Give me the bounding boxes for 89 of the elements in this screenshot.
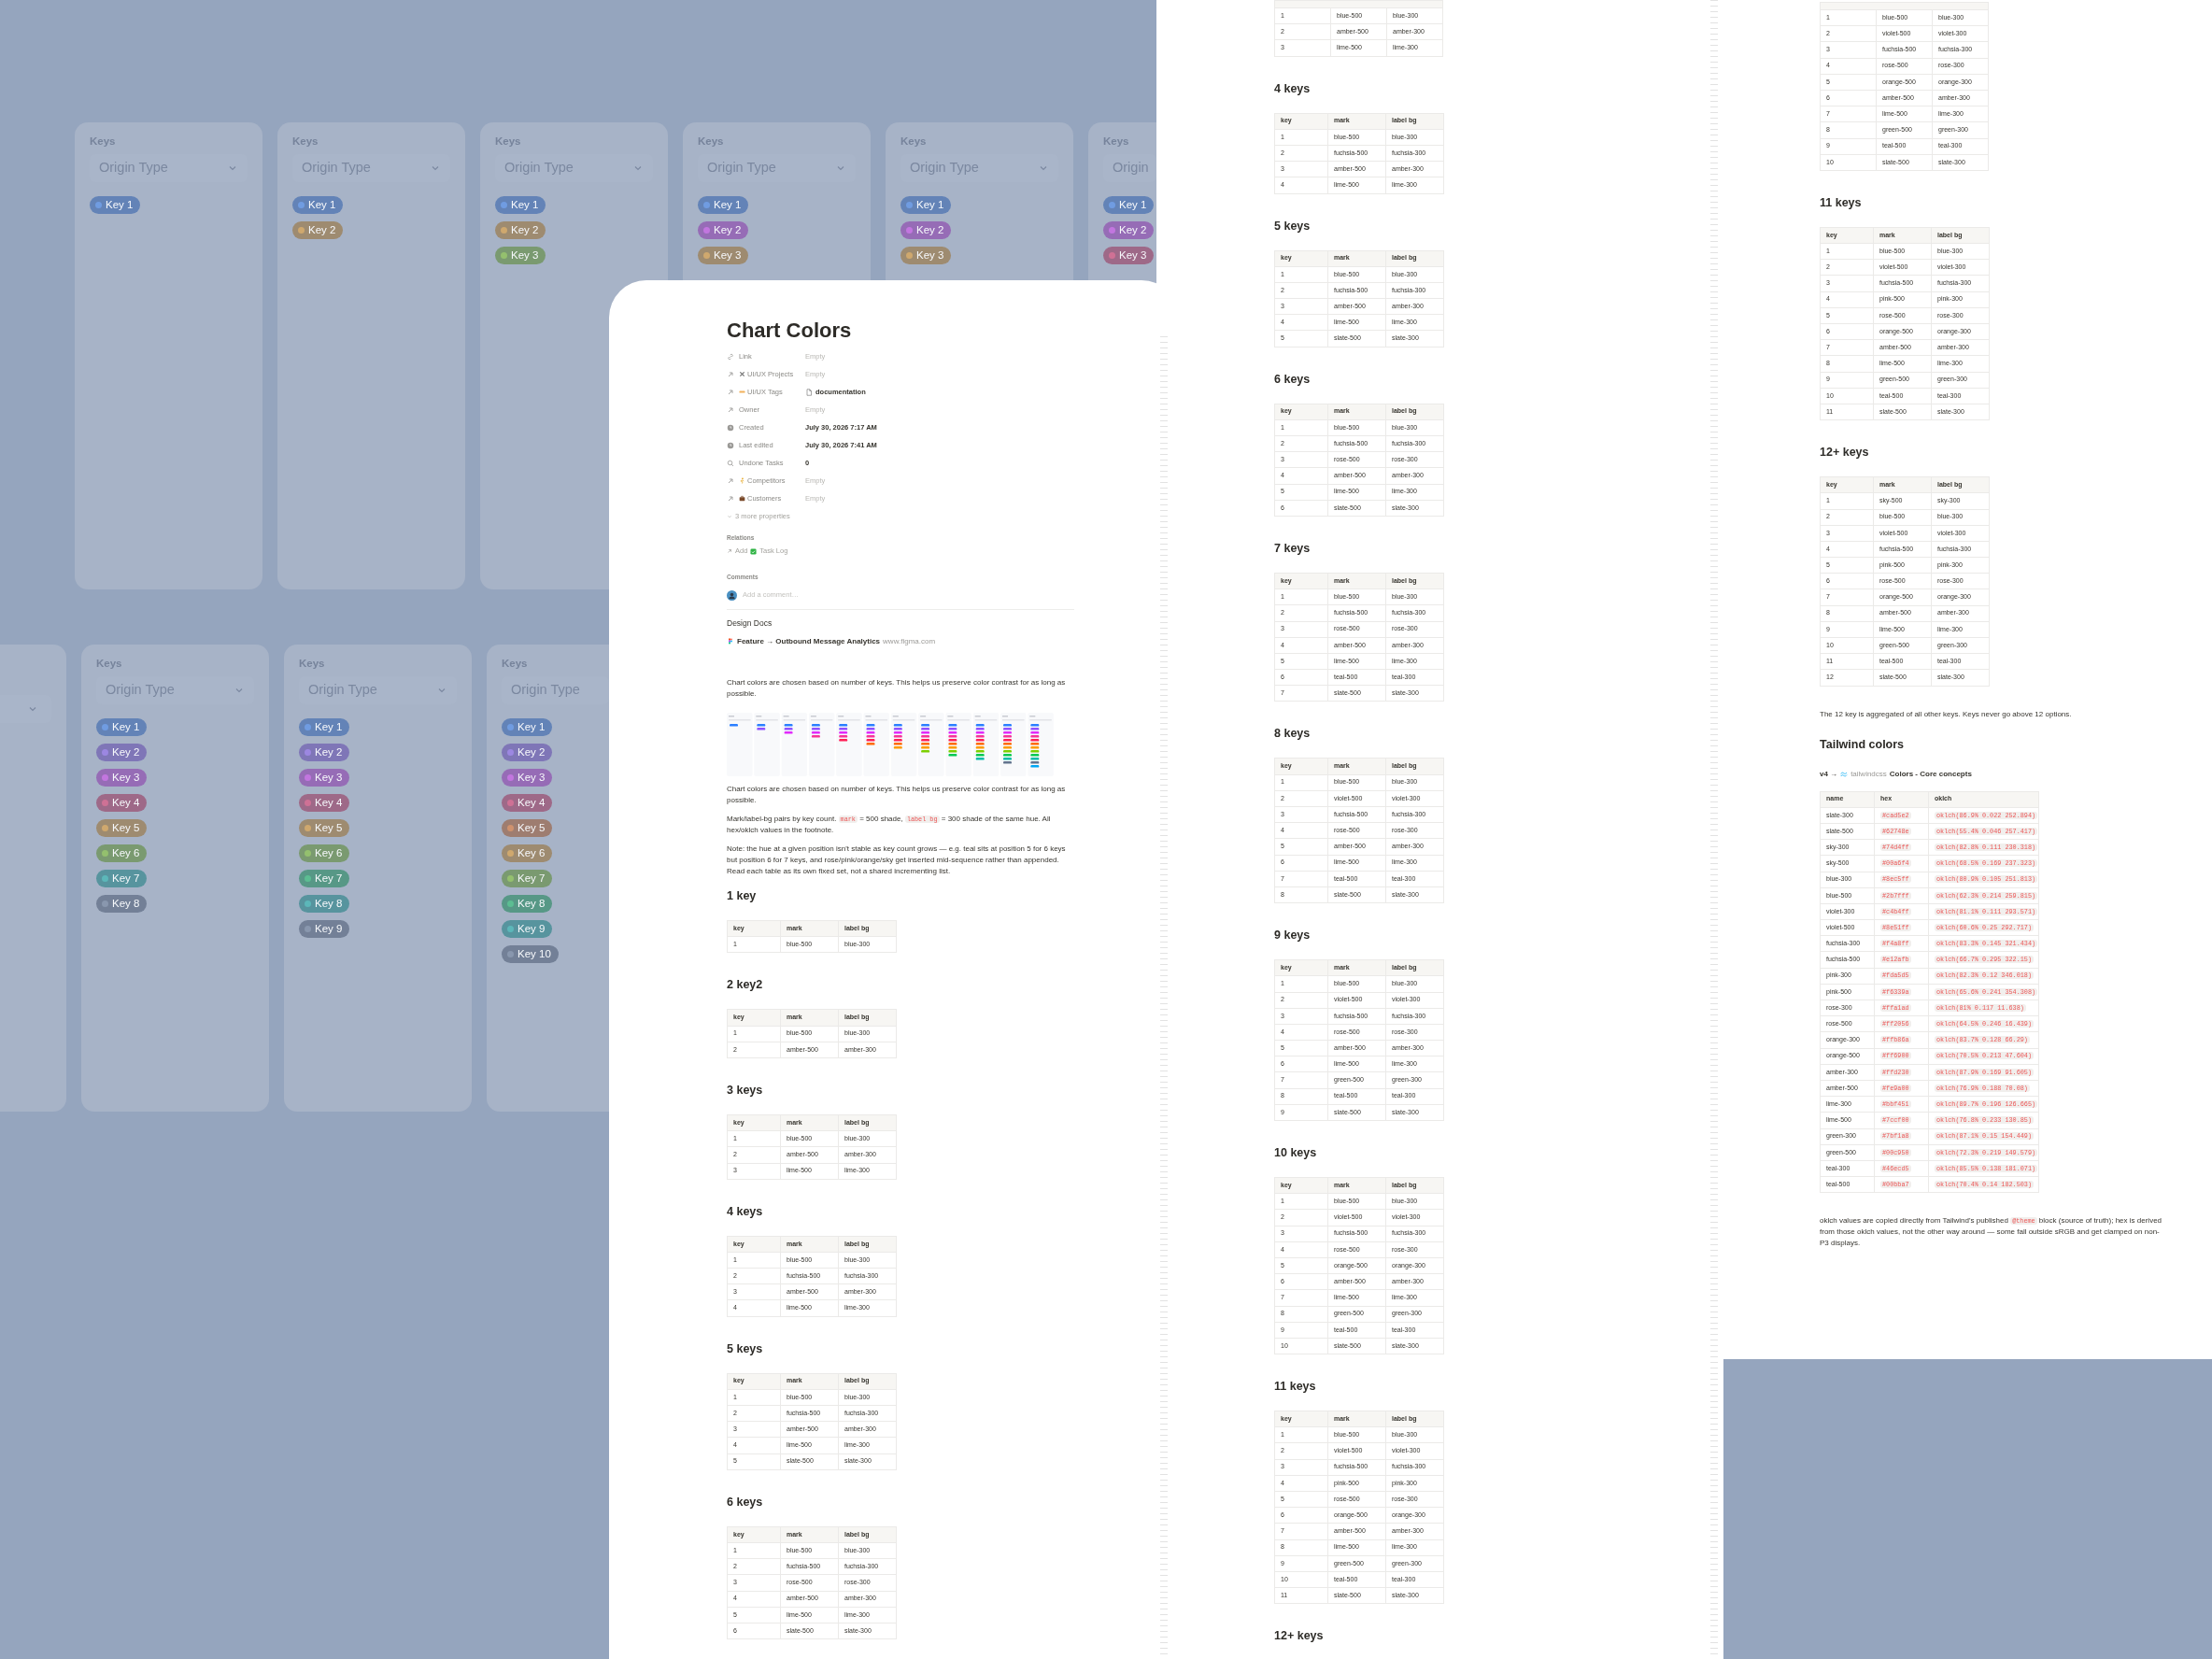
tag-label: Key 2 [1119,222,1147,237]
paragraph: Chart colors are chosen based on number of keys. This helps us preserve color contrast for as long as possible. [727,677,1067,700]
section-heading: 5 keys [727,1340,764,1357]
page-title: Chart Colors [727,318,853,344]
tag-label: Key 1 [112,719,140,734]
tag-label: Key 8 [518,896,546,911]
section-heading: 4 keys [1274,80,1312,97]
arrow-icon [727,388,734,396]
section-heading: 7 keys [1274,540,1312,557]
section-heading: 1 key [727,888,758,904]
section-heading: 8 keys [1274,726,1312,743]
paragraph: The 12 key is aggregated of all other keys. Keys never go above 12 options. [1820,708,2073,720]
tag-label: Key 1 [106,197,134,212]
tag-label: Key 5 [315,820,343,835]
tag-label: Key 5 [518,820,546,835]
tag-label: Key 2 [916,222,944,237]
briefcase-icon [739,495,745,502]
section-heading: 3 keys [727,1082,764,1099]
tag-label: Key 3 [315,770,343,785]
tag-label: Key 6 [112,845,140,860]
tag-label: Key 7 [518,871,546,886]
clock-icon [727,423,734,432]
tag-label: Key 1 [511,197,539,212]
logo-icon [727,638,734,645]
link-domain: tailwindcss [1850,768,1887,780]
arrow-icon [727,405,734,414]
clock-icon [727,441,734,449]
section-heading: 12+ keys [1274,1628,1325,1645]
link-icon [727,352,734,361]
tag-label: Key 8 [315,896,343,911]
link-prefix: v4 → [1820,768,1838,780]
section-label: Design Docs [727,617,773,629]
tag-label: Key 2 [714,222,742,237]
link-domain: www.figma.com [883,636,936,647]
tag-label: Key 3 [1119,248,1147,262]
section-heading: 4 keys [727,1203,764,1220]
tag-label: Key 3 [714,248,742,262]
section-heading: 2 key2 [727,977,764,994]
tag-label: Key 4 [315,795,343,810]
chevron-down-icon [727,513,732,519]
tag-label: Key 3 [511,248,539,262]
arrow-icon [727,476,734,485]
section-heading: 11 keys [1820,194,1863,211]
tag-label: Key 1 [916,197,944,212]
tag-label: Key 4 [112,795,140,810]
tag-label: Key 3 [518,770,546,785]
arrow-icon [727,548,732,554]
tag-label: Key 9 [315,921,343,936]
search-icon [727,459,734,467]
arrow-icon [727,494,734,503]
tag-label: Key 1 [518,719,546,734]
running-figure-icon [739,477,745,484]
section-heading: 11 keys [1274,1379,1317,1396]
section-heading: 5 keys [1274,218,1312,234]
tag-label: Key 4 [518,795,546,810]
tag-label: Key 8 [112,896,140,911]
tag-label: Key 2 [511,222,539,237]
tag-label: Key 1 [714,197,742,212]
tag-label: Key 1 [315,719,343,734]
paragraph: Chart colors are chosen based on number of keys. This helps us preserve color contrast for as long as possible. [727,784,1067,806]
tag-label: Key 2 [112,744,140,759]
tag-label: Key 6 [315,845,343,860]
tag-label: Key 9 [518,921,546,936]
section-heading: 6 keys [1274,371,1312,388]
tag-label: Key 1 [1119,197,1147,212]
section-heading: Tailwind colors [1820,736,1906,753]
wave-logo-icon [1840,770,1849,778]
check-icon [750,547,758,555]
tag-label: Key 7 [315,871,343,886]
tag-label: Key 10 [518,946,551,961]
tag-label: Key 5 [112,820,140,835]
tag-label: Key 2 [518,744,546,759]
document-icon [805,388,813,396]
tag-label: Key 7 [112,871,140,886]
section-heading: 10 keys [1274,1145,1318,1161]
section-heading: 12+ keys [1820,445,1870,461]
avatar [727,589,737,601]
tag-label: Key 3 [112,770,140,785]
section-heading: 9 keys [1274,928,1312,944]
page-link[interactable]: Colors - Core concepts [1889,768,1972,780]
tag-label: Key 1 [308,197,336,212]
tag-label: Key 2 [315,744,343,759]
tag-label: Key 2 [308,222,336,237]
section-heading: 6 keys [727,1494,764,1510]
tag-label: Key 3 [916,248,944,262]
arrow-icon [727,370,734,378]
paragraph: Note: the hue at a given position isn't stable as key count grows — e.g. teal sits at position 5 for 6 keys but position 6 for 7 keys, and rose/pink/orange/sky get inserted mid-sequence rather than appended. Read each table as its own fixed set, not a shared incrementing list. [727,844,1067,877]
doc-link[interactable]: Feature → Outbound Message Analytics [737,636,881,647]
tag-label: Key 6 [518,845,546,860]
